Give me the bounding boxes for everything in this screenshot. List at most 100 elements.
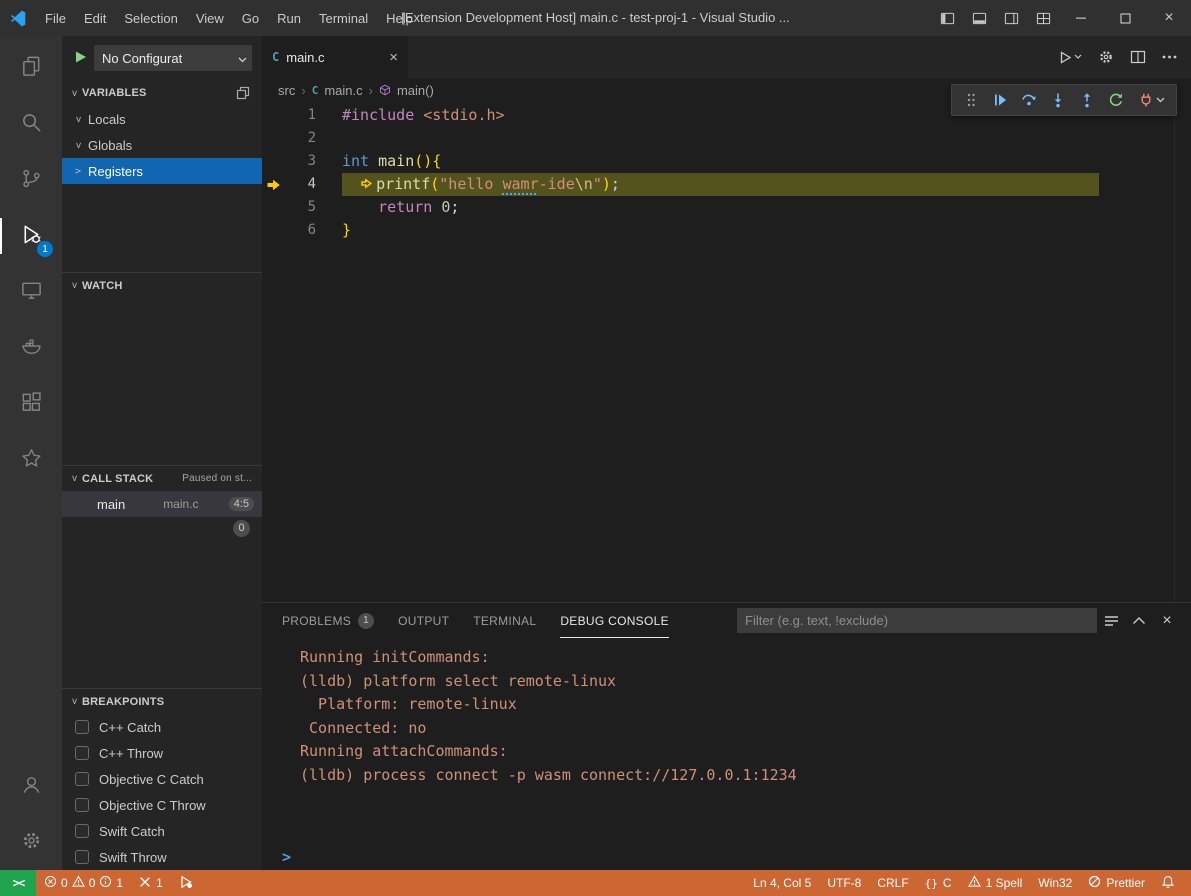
- step-into-icon[interactable]: [1044, 86, 1071, 114]
- activity-search[interactable]: [0, 96, 62, 152]
- line-number[interactable]: 5: [286, 196, 316, 219]
- breadcrumb-file[interactable]: main.c: [324, 83, 362, 98]
- remote-indicator[interactable]: ><: [0, 870, 36, 896]
- activity-source-control[interactable]: [0, 152, 62, 208]
- activity-star[interactable]: [0, 432, 62, 488]
- run-file-icon[interactable]: [1057, 50, 1082, 65]
- tools-status[interactable]: 1: [131, 870, 171, 896]
- split-editor-icon[interactable]: [1130, 49, 1146, 65]
- tab-main-c[interactable]: C main.c ×: [262, 36, 408, 78]
- spell-checker-status[interactable]: 1 Spell: [960, 870, 1031, 896]
- breakpoint-gutter[interactable]: [262, 196, 286, 219]
- line-number[interactable]: 4: [286, 173, 316, 196]
- close-panel-icon[interactable]: ×: [1153, 607, 1181, 635]
- toggle-panel-icon[interactable]: [963, 0, 995, 36]
- language-mode[interactable]: {}C: [917, 870, 960, 896]
- breakpoint-gutter[interactable]: [262, 219, 286, 242]
- eol-status[interactable]: CRLF: [869, 870, 916, 896]
- toggle-secondary-sidebar-icon[interactable]: [995, 0, 1027, 36]
- code-text[interactable]: printf("hello wamr-ide\n");: [342, 173, 1099, 196]
- debug-console-input[interactable]: >: [262, 844, 1191, 870]
- menu-file[interactable]: File: [36, 0, 75, 36]
- code-editor[interactable]: 1#include <stdio.h>23int main(){4 printf…: [262, 102, 1191, 602]
- code-text[interactable]: return 0;: [342, 196, 1099, 219]
- checkbox-icon[interactable]: [75, 798, 89, 812]
- call-stack-frame[interactable]: main main.c 4:5: [62, 491, 262, 517]
- activity-remote-explorer[interactable]: [0, 264, 62, 320]
- disconnect-icon[interactable]: [1131, 86, 1171, 114]
- minimize-button[interactable]: [1059, 0, 1103, 36]
- breakpoint-item[interactable]: C++ Throw: [62, 740, 262, 766]
- checkbox-icon[interactable]: [75, 850, 89, 864]
- problems-status[interactable]: 0 0 1: [36, 870, 131, 896]
- menu-help[interactable]: Help: [377, 0, 422, 36]
- debug-status[interactable]: [171, 870, 201, 896]
- activity-explorer[interactable]: [0, 40, 62, 96]
- step-out-icon[interactable]: [1073, 86, 1100, 114]
- panel-tab-terminal[interactable]: TERMINAL: [473, 603, 536, 638]
- menu-terminal[interactable]: Terminal: [310, 0, 377, 36]
- activity-extensions[interactable]: [0, 376, 62, 432]
- code-text[interactable]: }: [342, 219, 1099, 242]
- debug-config-dropdown[interactable]: No Configurat: [94, 45, 252, 71]
- close-tab-icon[interactable]: ×: [389, 49, 398, 66]
- menu-go[interactable]: Go: [233, 0, 268, 36]
- line-number[interactable]: 2: [286, 127, 316, 150]
- console-filter-input[interactable]: [737, 608, 1097, 633]
- cursor-position[interactable]: Ln 4, Col 5: [745, 870, 819, 896]
- line-number[interactable]: 6: [286, 219, 316, 242]
- breakpoint-item[interactable]: Objective C Catch: [62, 766, 262, 792]
- variables-item-globals[interactable]: >Globals: [62, 132, 262, 158]
- notifications-bell[interactable]: [1153, 870, 1183, 896]
- platform-status[interactable]: Win32: [1030, 870, 1080, 896]
- drag-handle-icon[interactable]: [957, 86, 984, 114]
- variables-section-header[interactable]: > VARIABLES: [62, 80, 262, 106]
- breakpoints-section-header[interactable]: > BREAKPOINTS: [62, 688, 262, 714]
- call-stack-section-header[interactable]: > CALL STACK Paused on st...: [62, 465, 262, 491]
- checkbox-icon[interactable]: [75, 772, 89, 786]
- breadcrumb-symbol[interactable]: main(): [397, 83, 434, 98]
- continue-icon[interactable]: [986, 86, 1013, 114]
- prettier-status[interactable]: Prettier: [1080, 870, 1153, 896]
- breakpoint-gutter[interactable]: [262, 150, 286, 173]
- more-actions-icon[interactable]: [1162, 55, 1177, 59]
- watch-section-header[interactable]: > WATCH: [62, 272, 262, 298]
- customize-layout-icon[interactable]: [1027, 0, 1059, 36]
- breakpoint-item[interactable]: C++ Catch: [62, 714, 262, 740]
- breakpoint-gutter[interactable]: [262, 104, 286, 127]
- breakpoint-gutter[interactable]: [262, 127, 286, 150]
- breakpoint-item[interactable]: Swift Catch: [62, 818, 262, 844]
- current-line-arrow-icon[interactable]: [262, 173, 286, 196]
- maximize-panel-icon[interactable]: [1125, 607, 1153, 635]
- filter-menu-icon[interactable]: [1097, 607, 1125, 635]
- checkbox-icon[interactable]: [75, 720, 89, 734]
- activity-run-and-debug[interactable]: 1: [0, 208, 62, 264]
- activity-settings[interactable]: [0, 814, 62, 870]
- variables-item-locals[interactable]: >Locals: [62, 106, 262, 132]
- menu-edit[interactable]: Edit: [75, 0, 115, 36]
- encoding-status[interactable]: UTF-8: [819, 870, 869, 896]
- toggle-sidebar-icon[interactable]: [931, 0, 963, 36]
- panel-tab-problems[interactable]: PROBLEMS1: [282, 603, 374, 638]
- collapse-all-icon[interactable]: [236, 86, 258, 100]
- line-number[interactable]: 3: [286, 150, 316, 173]
- menu-run[interactable]: Run: [268, 0, 310, 36]
- panel-tab-output[interactable]: OUTPUT: [398, 603, 449, 638]
- variables-item-registers[interactable]: >Registers: [62, 158, 262, 184]
- maximize-button[interactable]: [1103, 0, 1147, 36]
- code-text[interactable]: int main(){: [342, 150, 1099, 173]
- checkbox-icon[interactable]: [75, 746, 89, 760]
- breakpoint-item[interactable]: Objective C Throw: [62, 792, 262, 818]
- step-over-icon[interactable]: [1015, 86, 1042, 114]
- checkbox-icon[interactable]: [75, 824, 89, 838]
- close-button[interactable]: ×: [1147, 0, 1191, 36]
- breadcrumb-folder[interactable]: src: [278, 83, 295, 98]
- activity-docker[interactable]: [0, 320, 62, 376]
- panel-tab-debug-console[interactable]: DEBUG CONSOLE: [560, 603, 669, 638]
- restart-icon[interactable]: [1102, 86, 1129, 114]
- menu-selection[interactable]: Selection: [115, 0, 186, 36]
- menu-view[interactable]: View: [187, 0, 233, 36]
- start-debug-icon[interactable]: [74, 50, 87, 67]
- line-number[interactable]: 1: [286, 104, 316, 127]
- settings-gear-icon[interactable]: [1098, 49, 1114, 65]
